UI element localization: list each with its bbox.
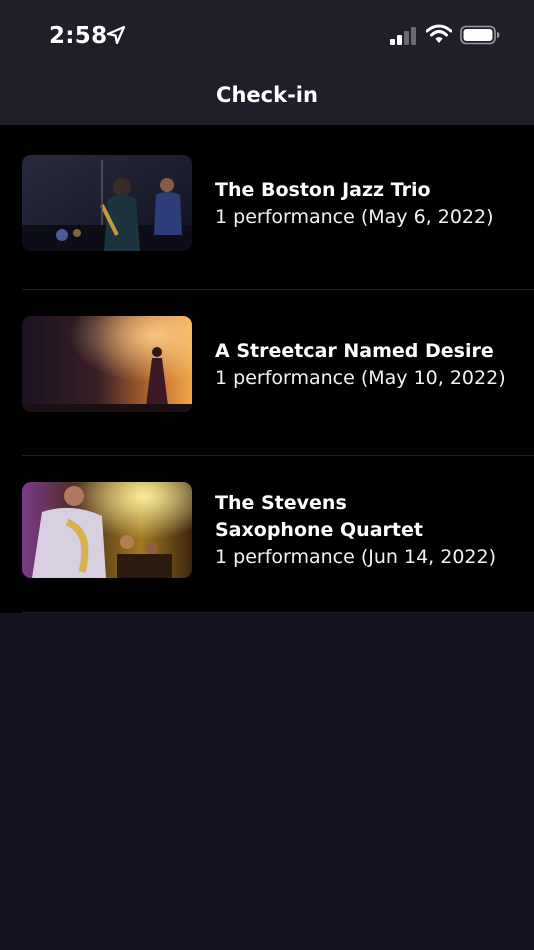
event-image-streetcar xyxy=(22,316,192,412)
location-arrow-icon xyxy=(106,25,126,45)
event-subtitle: 1 performance (Jun 14, 2022) xyxy=(215,546,497,568)
row-divider xyxy=(22,455,534,456)
check-in-screen: 2:58 Check-in The Boston Jazz Trio 1 per… xyxy=(0,0,534,950)
theater-spotlight-photo xyxy=(22,316,192,412)
event-row-stevens-saxophone-quartet[interactable]: The Stevens Saxophone Quartet 1 performa… xyxy=(0,457,534,613)
wifi-icon xyxy=(426,24,452,43)
event-list: The Boston Jazz Trio 1 performance (May … xyxy=(0,125,534,613)
event-subtitle: 1 performance (May 10, 2022) xyxy=(215,367,506,389)
row-divider xyxy=(22,612,534,613)
event-title: A Streetcar Named Desire xyxy=(215,340,494,362)
event-title: The Stevens Saxophone Quartet xyxy=(215,492,423,541)
event-text: A Streetcar Named Desire 1 performance (… xyxy=(215,338,525,392)
event-subtitle: 1 performance (May 6, 2022) xyxy=(215,206,494,228)
top-bar: 2:58 Check-in xyxy=(0,0,534,125)
event-row-streetcar-named-desire[interactable]: A Streetcar Named Desire 1 performance (… xyxy=(0,291,534,456)
jazz-trio-photo xyxy=(22,155,192,251)
page-title: Check-in xyxy=(216,83,318,107)
event-row-boston-jazz-trio[interactable]: The Boston Jazz Trio 1 performance (May … xyxy=(0,125,534,290)
battery-icon xyxy=(460,25,500,45)
event-text: The Stevens Saxophone Quartet 1 performa… xyxy=(215,490,525,571)
event-image-saxophone-quartet xyxy=(22,482,192,578)
event-image-jazz-trio xyxy=(22,155,192,251)
cellular-signal-icon xyxy=(390,27,416,45)
row-divider xyxy=(22,289,534,290)
status-time: 2:58 xyxy=(49,23,108,49)
event-text: The Boston Jazz Trio 1 performance (May … xyxy=(215,177,525,231)
event-title: The Boston Jazz Trio xyxy=(215,179,431,201)
saxophone-players-photo xyxy=(22,482,192,578)
